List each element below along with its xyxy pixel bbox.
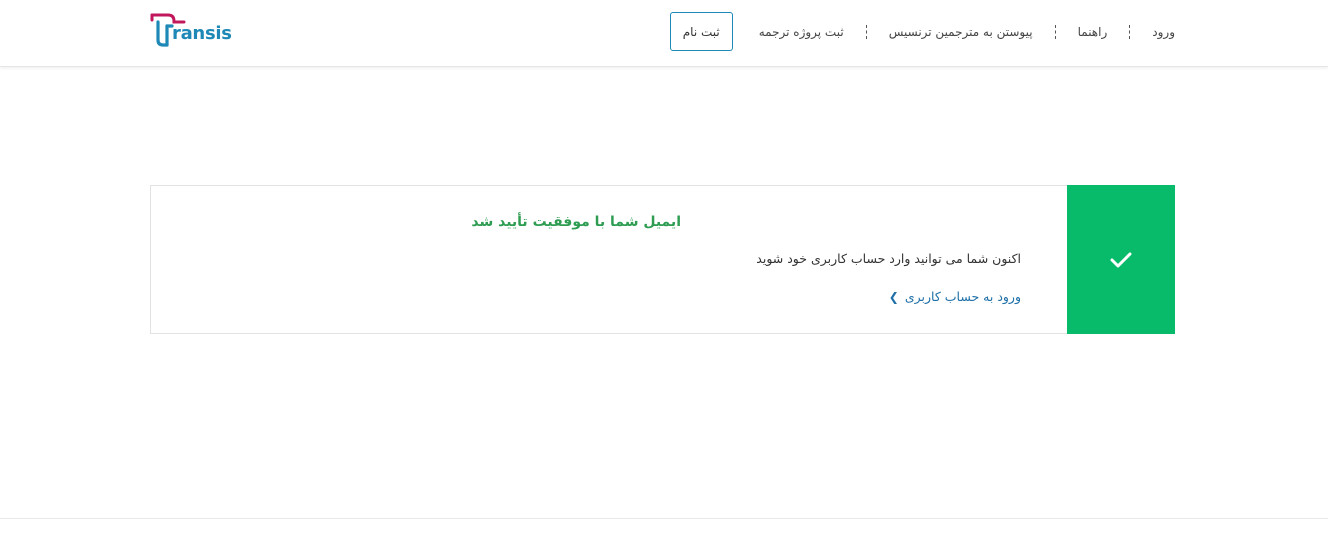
nav-link-submit-project[interactable]: ثبت پروژه ترجمه xyxy=(759,25,844,39)
nav-separator xyxy=(865,24,867,39)
site-header: ransis ثبت نام ورود راهنما پیوستن به متر… xyxy=(0,0,1328,67)
nav-link-join-translators[interactable]: پیوستن به مترجمین ترنسیس xyxy=(889,25,1033,39)
nav-separator xyxy=(1129,24,1131,39)
logo-text: ransis xyxy=(172,23,232,44)
nav-link-login[interactable]: ورود xyxy=(1152,25,1175,39)
success-description: اکنون شما می توانید وارد حساب کاربری خود… xyxy=(756,251,1021,266)
success-icon-panel xyxy=(1067,185,1175,334)
nav-separator xyxy=(1054,24,1056,39)
nav-links: ورود راهنما پیوستن به مترجمین ترنسیس ثبت… xyxy=(759,24,1175,39)
transis-logo[interactable]: ransis xyxy=(150,12,234,48)
login-account-link-label: ورود به حساب کاربری xyxy=(904,289,1021,304)
main-nav: ثبت نام ورود راهنما پیوستن به مترجمین تر… xyxy=(669,12,1175,51)
login-account-link[interactable]: ورود به حساب کاربری ❯ xyxy=(889,289,1021,304)
card-body: ایمیل شما با موفقیت تأیید شد اکنون شما م… xyxy=(321,186,1021,335)
register-button[interactable]: ثبت نام xyxy=(669,12,733,51)
checkmark-icon xyxy=(1110,252,1132,267)
nav-link-guide[interactable]: راهنما xyxy=(1078,25,1108,39)
success-title: ایمیل شما با موفقیت تأیید شد xyxy=(471,214,681,230)
verification-success-card: ایمیل شما با موفقیت تأیید شد اکنون شما م… xyxy=(150,185,1175,334)
chevron-left-icon: ❯ xyxy=(888,289,899,304)
footer-divider xyxy=(0,518,1328,519)
